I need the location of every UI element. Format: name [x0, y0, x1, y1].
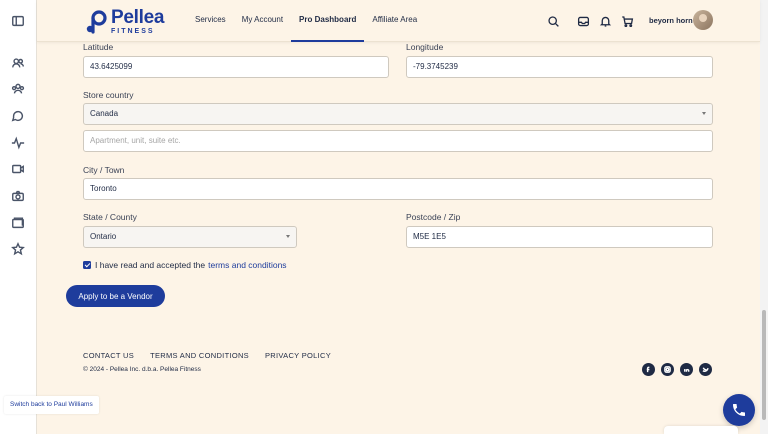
header-actions	[545, 13, 641, 29]
sidebar-toggle-icon[interactable]	[10, 13, 26, 29]
phone-icon	[733, 404, 745, 416]
group-icon[interactable]	[10, 81, 26, 97]
chevron-down-icon	[702, 112, 706, 115]
country-select-value: Canada	[90, 109, 119, 118]
footer-links: CONTACT US TERMS AND CONDITIONS PRIVACY …	[83, 351, 347, 360]
switch-back-link[interactable]: Switch back to Paul Williams	[4, 396, 99, 414]
top-header: Pellea FITNESS Services My Account Pro D…	[37, 0, 760, 42]
longitude-label: Longitude	[406, 42, 444, 52]
longitude-input[interactable]: -79.3745239	[406, 56, 713, 78]
video-icon[interactable]	[10, 161, 26, 177]
search-icon[interactable]	[545, 13, 561, 29]
left-icon-rail	[0, 0, 37, 434]
city-label: City / Town	[83, 165, 125, 175]
bottom-widget-tab[interactable]	[664, 426, 738, 434]
latitude-input[interactable]: 43.6425099	[83, 56, 389, 78]
star-icon[interactable]	[10, 241, 26, 257]
postcode-label: Postcode / Zip	[406, 212, 461, 222]
country-select[interactable]: Canada	[83, 103, 713, 125]
latitude-label: Latitude	[83, 42, 114, 52]
cart-icon[interactable]	[619, 13, 635, 29]
copyright: © 2024 - Pellea Inc. d.b.a. Pellea Fitne…	[83, 366, 201, 373]
twitter-icon[interactable]	[699, 363, 712, 376]
scrollbar-thumb[interactable]	[762, 310, 766, 420]
footer-terms-link[interactable]: TERMS AND CONDITIONS	[150, 351, 249, 360]
brand-logo[interactable]: Pellea FITNESS	[85, 8, 164, 35]
nav-pro-dashboard[interactable]: Pro Dashboard	[291, 0, 365, 42]
activity-icon[interactable]	[10, 135, 26, 151]
call-button[interactable]	[723, 394, 755, 426]
linkedin-icon[interactable]	[680, 363, 693, 376]
brand-name: Pellea	[111, 7, 165, 28]
inbox-icon[interactable]	[575, 13, 591, 29]
terms-text: I have read and accepted the	[95, 260, 206, 270]
country-label: Store country	[83, 90, 134, 100]
main-nav: Services My Account Pro Dashboard Affili…	[187, 0, 425, 42]
social-links	[642, 363, 718, 376]
footer-contact-link[interactable]: CONTACT US	[83, 351, 134, 360]
terms-checkbox[interactable]	[83, 261, 91, 269]
chevron-down-icon	[286, 235, 290, 238]
users-icon[interactable]	[10, 55, 26, 71]
terms-row: I have read and accepted the terms and c…	[83, 260, 287, 270]
state-label: State / County	[83, 212, 137, 222]
nav-services[interactable]: Services	[187, 0, 234, 42]
facebook-icon[interactable]	[642, 363, 655, 376]
terms-link[interactable]: terms and conditions	[208, 260, 286, 270]
bell-icon[interactable]	[597, 13, 613, 29]
brand-subtitle: FITNESS	[111, 28, 155, 35]
camera-icon[interactable]	[10, 188, 26, 204]
avatar[interactable]	[693, 10, 713, 30]
folder-icon[interactable]	[10, 215, 26, 231]
instagram-icon[interactable]	[661, 363, 674, 376]
nav-affiliate-area[interactable]: Affiliate Area	[364, 0, 425, 42]
nav-my-account[interactable]: My Account	[234, 0, 291, 42]
address-line2-input[interactable]: Apartment, unit, suite etc.	[83, 130, 713, 152]
user-name[interactable]: beyorn horn	[649, 16, 693, 25]
state-select-value: Ontario	[90, 232, 117, 241]
footer-privacy-link[interactable]: PRIVACY POLICY	[265, 351, 331, 360]
city-input[interactable]: Toronto	[83, 178, 713, 200]
postcode-input[interactable]: M5E 1E5	[406, 226, 713, 248]
logo-mark-icon	[85, 9, 107, 34]
chat-icon[interactable]	[10, 108, 26, 124]
apply-vendor-button[interactable]: Apply to be a Vendor	[66, 285, 165, 307]
state-select[interactable]: Ontario	[83, 226, 297, 248]
scrollbar[interactable]	[760, 0, 768, 434]
